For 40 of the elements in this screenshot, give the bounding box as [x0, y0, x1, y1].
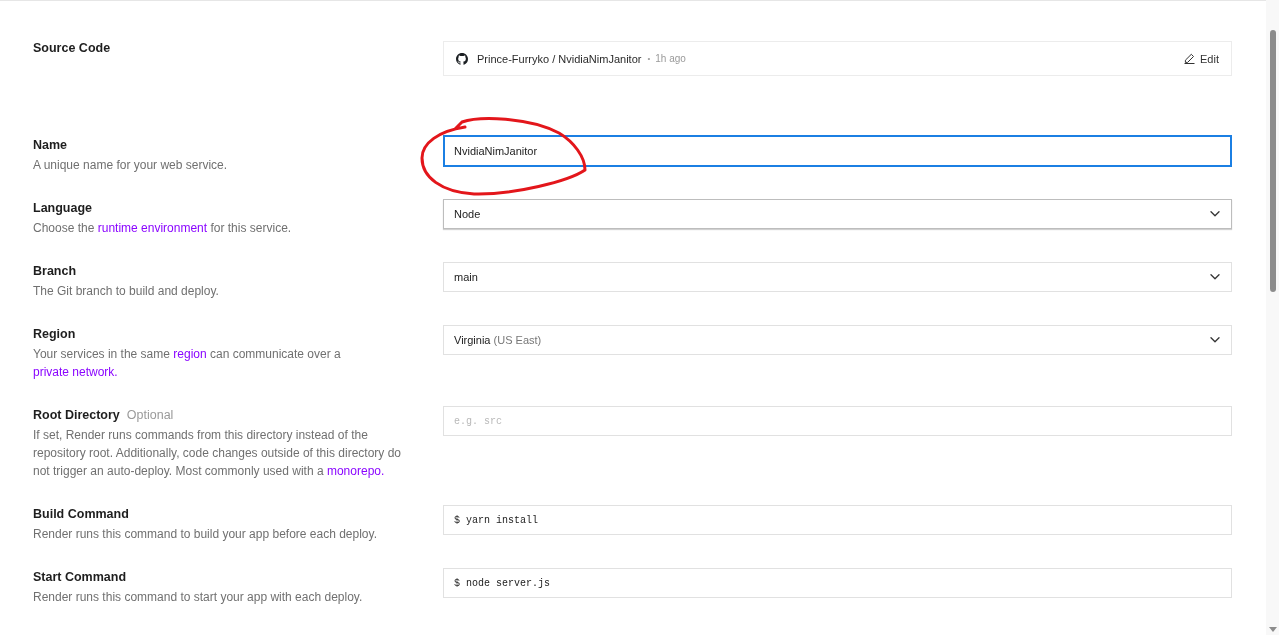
scrollbar-thumb[interactable]	[1269, 30, 1276, 292]
separator-dot: •	[647, 54, 651, 63]
updated-time: 1h ago	[655, 53, 686, 64]
field-label: Language	[33, 200, 93, 217]
field-label: Build Command	[33, 506, 129, 523]
optional-label: Optional	[126, 407, 174, 424]
repository-link[interactable]: Prince-Furryko / NvidiaNimJanitor	[477, 52, 642, 65]
command-input[interactable]: node server.js	[466, 577, 1221, 589]
field-label: Start Command	[33, 569, 127, 586]
description-link[interactable]: monorepo.	[326, 464, 385, 478]
command-field[interactable]: $ yarn install	[443, 505, 1232, 535]
field-description: The Git branch to build and deploy.	[33, 283, 220, 300]
field-label: Name	[33, 137, 68, 154]
chevron-down-icon	[1210, 274, 1220, 280]
field-description: Render runs this command to build your app before each deploy.	[33, 526, 378, 543]
edit-button[interactable]: Edit	[1184, 52, 1219, 65]
field-label: Branch	[33, 263, 77, 280]
field-label: Source Code	[33, 40, 111, 57]
field-description: A unique name for your web service.	[33, 157, 229, 174]
field-description: If set, Render runs commands from this directory instead of the repository root. Additionally, code changes outside of this directory do not trigger an auto-deploy. Most commonly used with a monorepo.	[33, 427, 402, 480]
scroll-down-arrow-icon[interactable]	[1268, 627, 1277, 632]
field-label: Root Directory	[33, 407, 120, 424]
field-description: Choose the runtime environment for this service.	[33, 220, 293, 237]
input-field[interactable]: e.g. src	[443, 406, 1232, 436]
description-link[interactable]: private network.	[33, 365, 118, 379]
description-link[interactable]: region	[173, 347, 207, 361]
command-input[interactable]: yarn install	[466, 514, 1221, 526]
dropdown[interactable]: Node	[443, 199, 1232, 229]
input-field[interactable]: NvidiaNimJanitor	[443, 135, 1232, 167]
dropdown[interactable]: Virginia (US East)	[443, 325, 1232, 355]
field-description: Render runs this command to start your app with each deploy.	[33, 589, 364, 606]
description-link[interactable]: runtime environment	[97, 221, 208, 235]
cat-logo-icon	[456, 52, 468, 65]
chevron-down-icon	[1210, 211, 1220, 217]
command-field[interactable]: $ node server.js	[443, 568, 1232, 598]
field-description: Your services in the same region can communicate over a private network.	[33, 346, 342, 381]
chevron-down-icon	[1210, 337, 1220, 343]
field-label: Region	[33, 326, 76, 343]
dropdown[interactable]: main	[443, 262, 1232, 292]
pencil-icon	[1184, 53, 1196, 64]
